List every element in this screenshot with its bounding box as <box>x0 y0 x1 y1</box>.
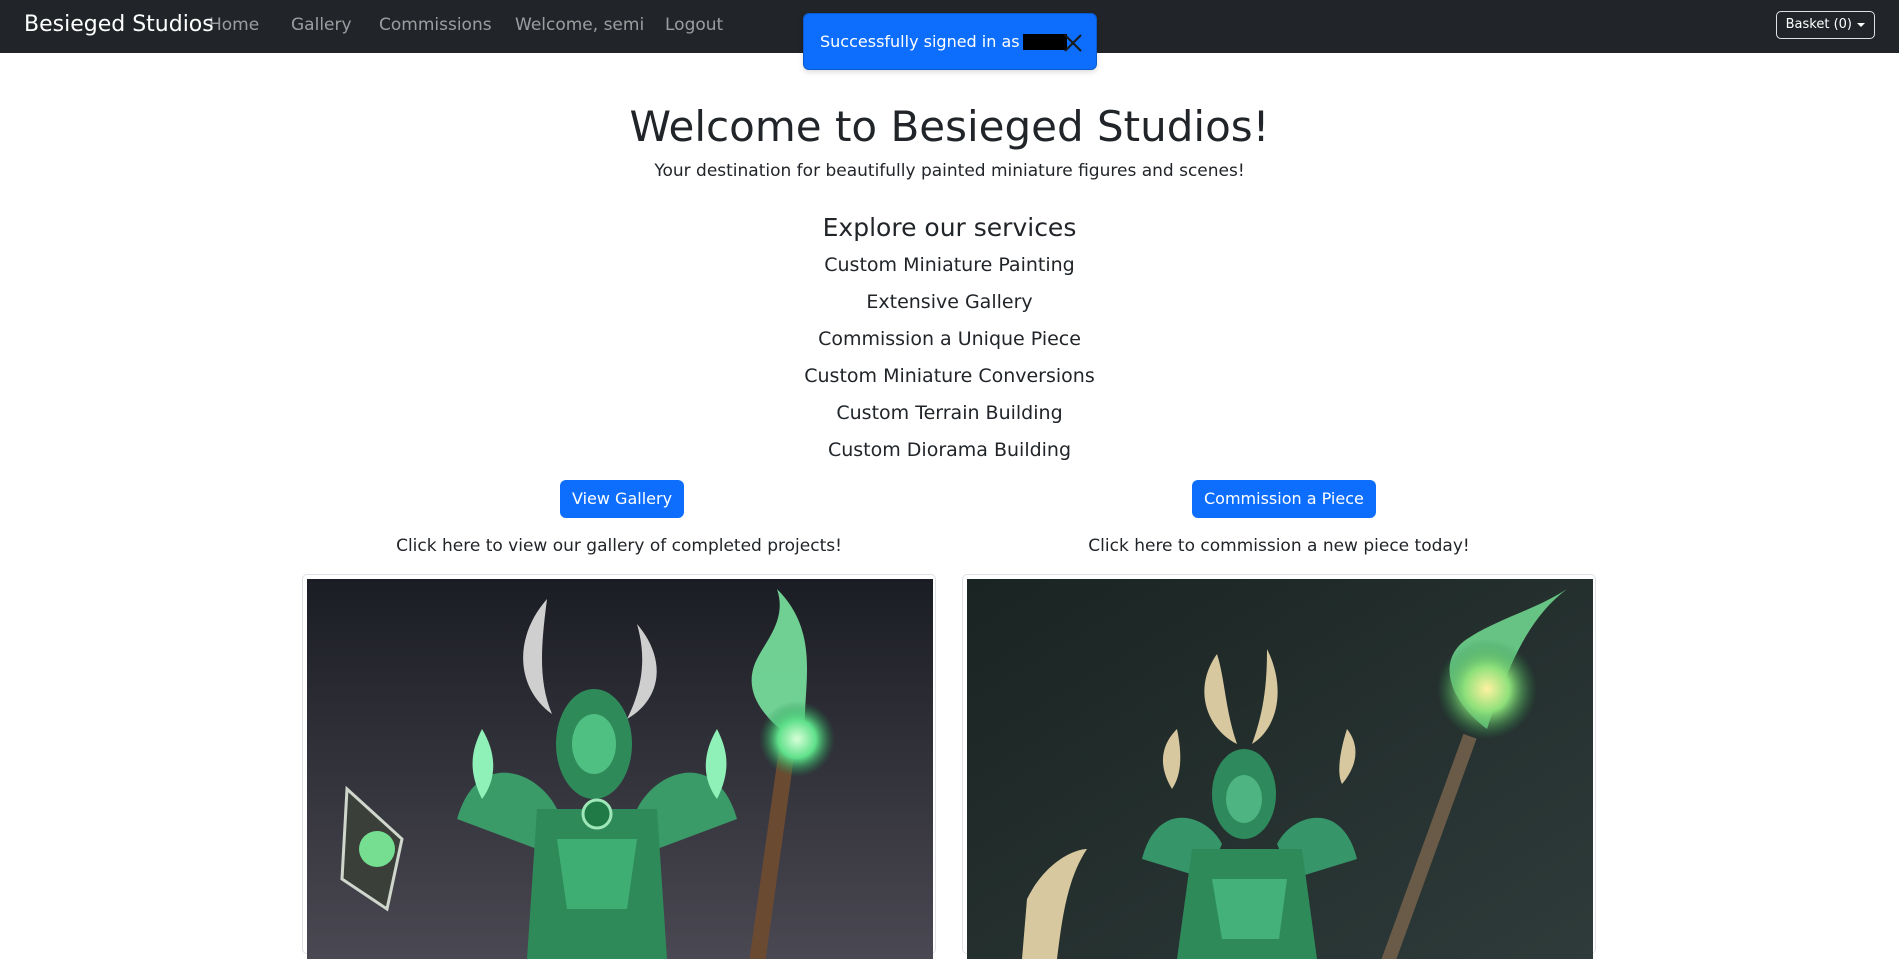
toast-message: Successfully signed in as <box>820 32 1067 52</box>
gallery-card <box>962 574 1596 959</box>
gallery-image <box>967 579 1593 959</box>
service-item: Custom Diorama Building <box>827 439 1072 461</box>
nav-gallery[interactable]: Gallery <box>291 14 352 36</box>
nav-logout[interactable]: Logout <box>665 14 723 36</box>
sign-in-toast: Successfully signed in as <box>803 13 1097 70</box>
redacted-username <box>1022 34 1067 50</box>
service-item: Custom Terrain Building <box>836 402 1063 424</box>
page-subtitle: Your destination for beautifully painted… <box>654 161 1245 181</box>
service-item: Custom Miniature Conversions <box>804 365 1095 387</box>
gallery-card <box>302 574 936 959</box>
view-gallery-button[interactable]: View Gallery <box>560 480 685 518</box>
caret-down-icon <box>1857 23 1865 27</box>
page-title: Welcome to Besieged Studios! <box>629 102 1270 151</box>
gallery-cta-text: Click here to view our gallery of comple… <box>396 536 842 556</box>
commission-cta-text: Click here to commission a new piece tod… <box>1088 536 1470 556</box>
gallery-image <box>307 579 933 959</box>
nav-commissions[interactable]: Commissions <box>379 14 492 36</box>
toast-message-text: Successfully signed in as <box>820 32 1020 51</box>
nav-home[interactable]: Home <box>209 14 259 36</box>
nav-welcome-user[interactable]: Welcome, semi <box>515 14 644 36</box>
service-item: Extensive Gallery <box>866 291 1033 313</box>
services-heading: Explore our services <box>822 213 1077 242</box>
service-item: Commission a Unique Piece <box>818 328 1081 350</box>
basket-label: Basket (0) <box>1785 17 1852 32</box>
close-icon[interactable] <box>1062 32 1084 54</box>
commission-piece-button[interactable]: Commission a Piece <box>1192 480 1376 518</box>
brand-link[interactable]: Besieged Studios <box>24 10 214 40</box>
basket-dropdown-button[interactable]: Basket (0) <box>1775 11 1875 39</box>
service-item: Custom Miniature Painting <box>824 254 1075 276</box>
